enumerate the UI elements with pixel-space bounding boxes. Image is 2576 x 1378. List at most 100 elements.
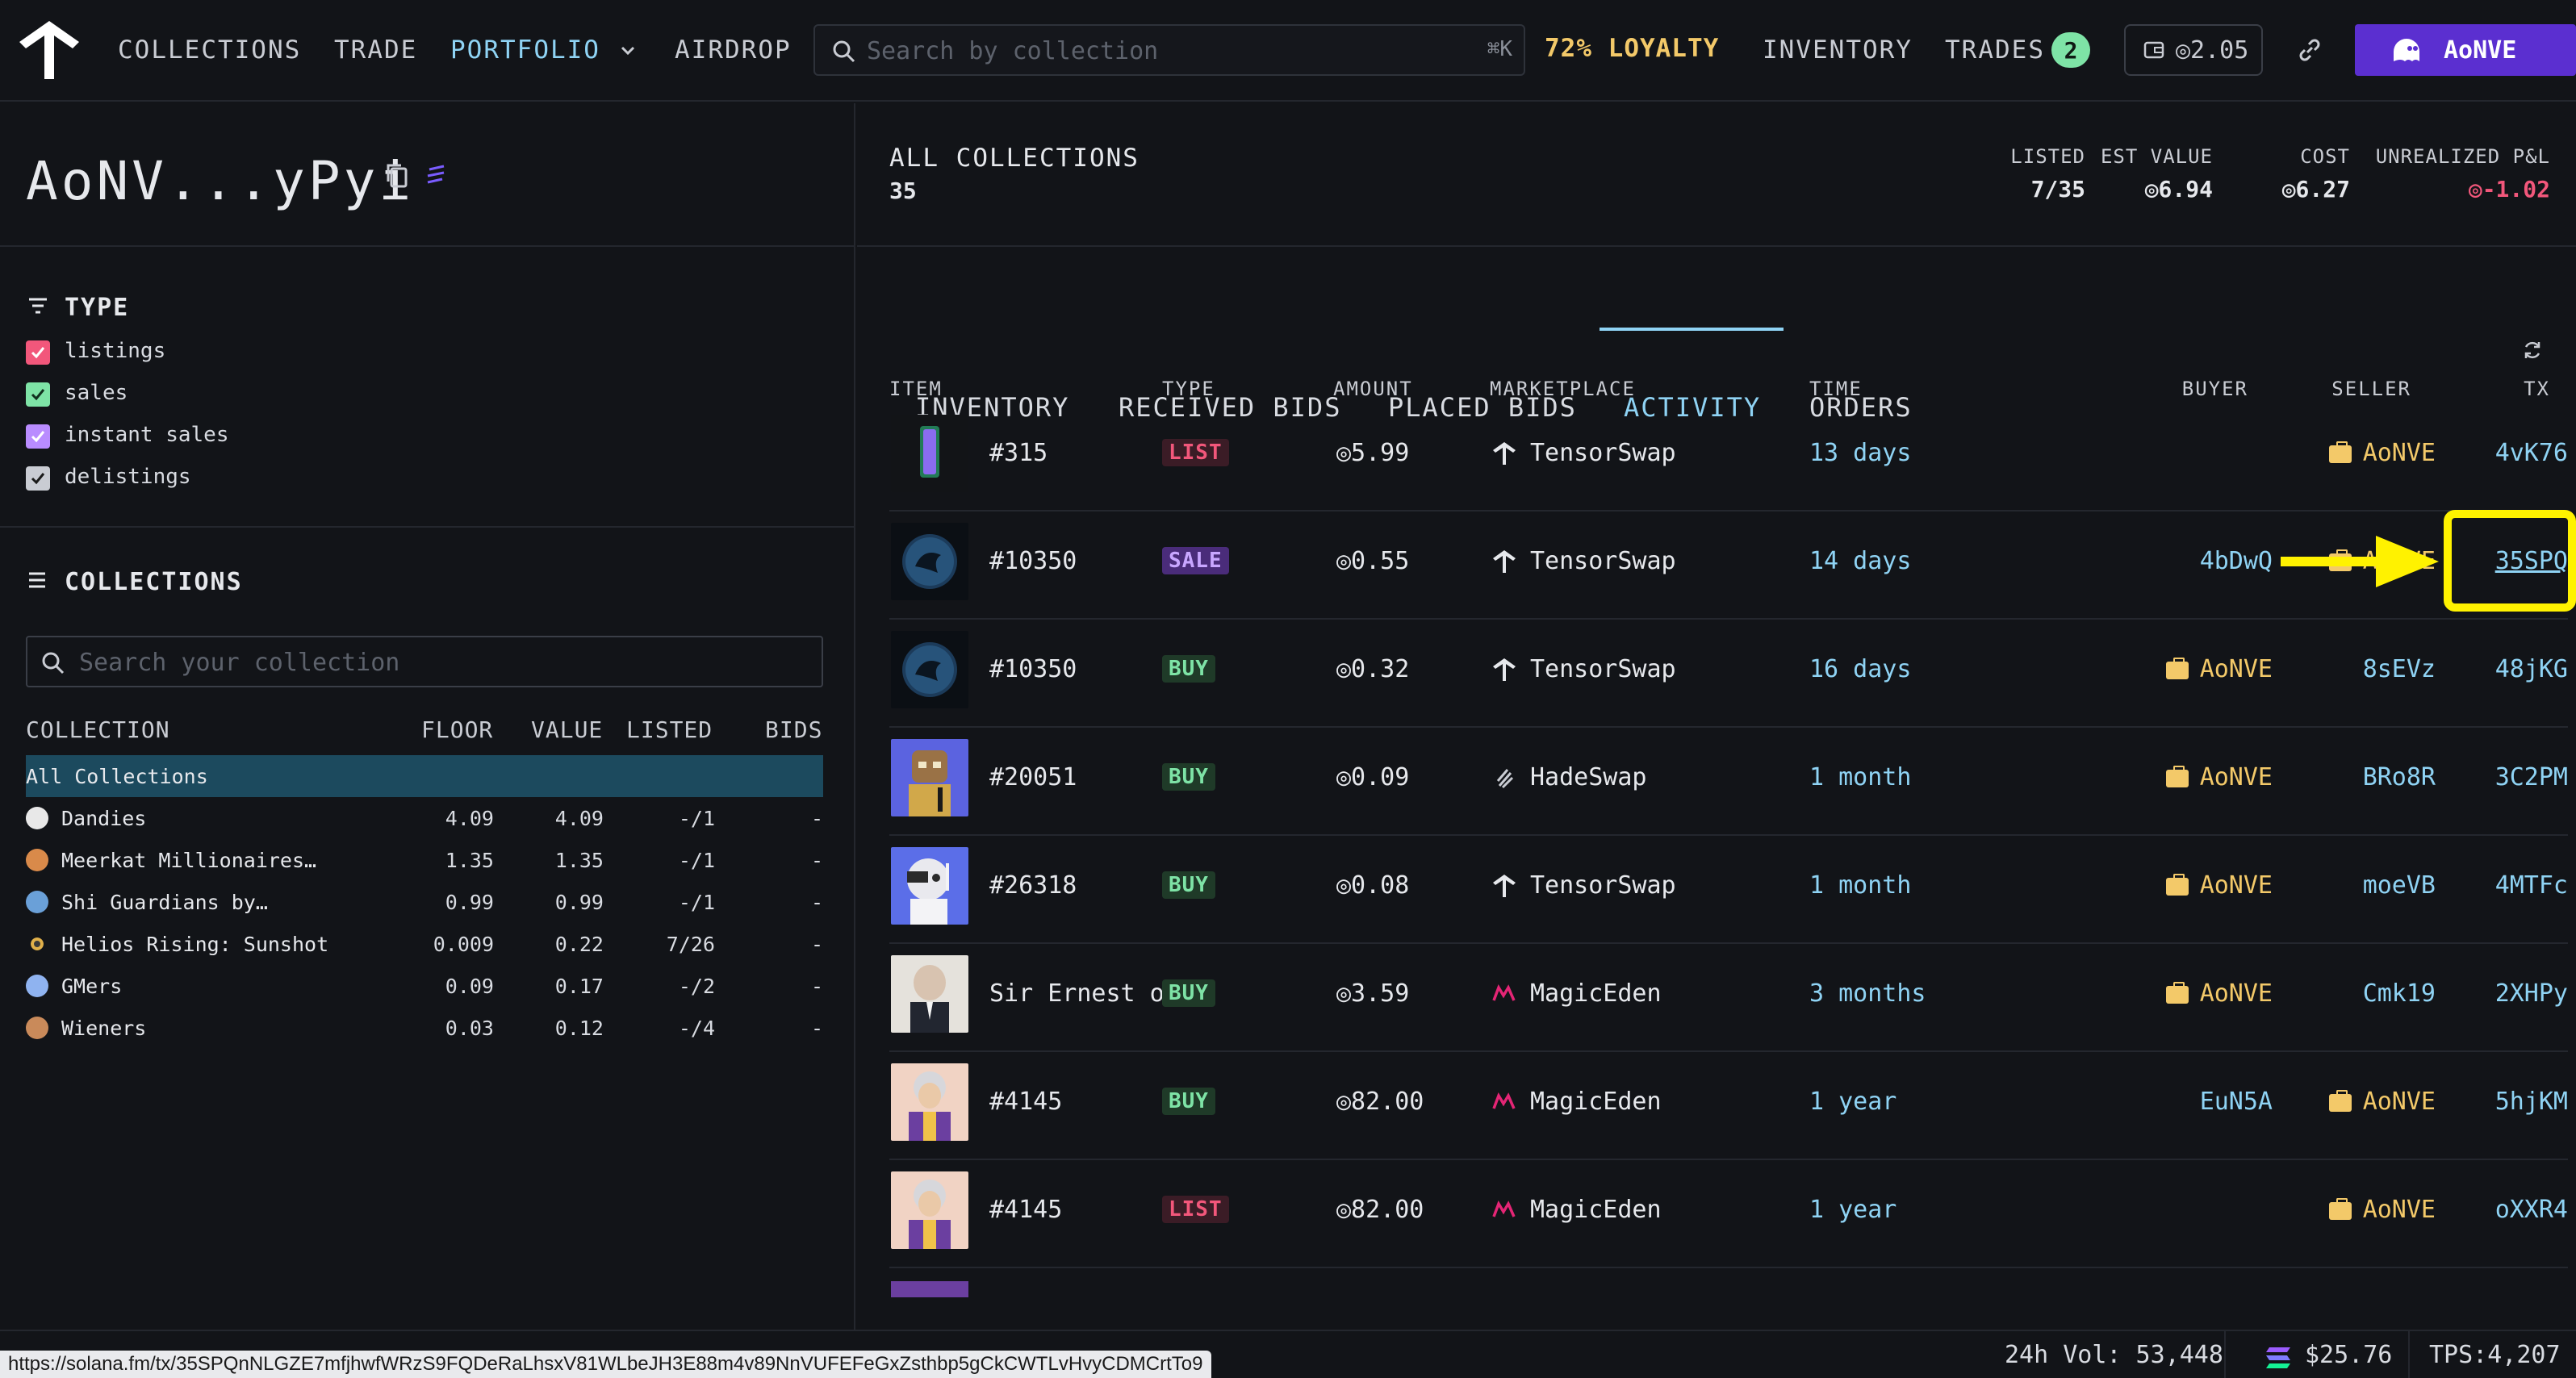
nav-trade[interactable]: TRADE xyxy=(334,34,417,66)
collection-row[interactable]: Meerkat Millionaires… 1.35 1.35 -/1 - xyxy=(26,839,823,881)
activity-row[interactable]: #4145 BUY ◎82.00 MagicEden 1 year EuN5A … xyxy=(889,1052,2568,1160)
tx-link[interactable]: 5hjKM xyxy=(2495,1088,2568,1116)
seller[interactable]: AoNVE xyxy=(2328,1088,2436,1116)
activity-row[interactable]: #315 LIST ◎5.99 TensorSwap 13 days AoNVE… xyxy=(889,403,2568,512)
checkbox[interactable] xyxy=(26,340,50,365)
nft-thumbnail[interactable] xyxy=(891,955,968,1033)
col-header-collection[interactable]: COLLECTION xyxy=(26,716,170,743)
nft-thumbnail[interactable] xyxy=(891,1063,968,1141)
col-header-value[interactable]: VALUE xyxy=(531,716,603,743)
item-name[interactable]: #26318 xyxy=(989,871,1167,900)
col-header-bids[interactable]: BIDS xyxy=(765,716,822,743)
nav-collections[interactable]: COLLECTIONS xyxy=(118,34,301,66)
stat-listed-label: LISTED xyxy=(2010,145,2085,168)
nft-thumbnail[interactable] xyxy=(891,847,968,925)
seller[interactable]: AoNVE xyxy=(2328,439,2436,467)
nav-trades[interactable]: TRADES xyxy=(1945,34,2045,66)
seller[interactable]: BRo8R xyxy=(2363,763,2436,791)
nav-inventory[interactable]: INVENTORY xyxy=(1763,34,1913,66)
buyer[interactable]: EuN5A xyxy=(2200,1088,2273,1116)
collection-floor: 0.99 xyxy=(445,891,494,914)
col-header-listed[interactable]: LISTED xyxy=(626,716,713,743)
seller[interactable]: 8sEVz xyxy=(2363,655,2436,683)
collection-listed: -/1 xyxy=(678,807,715,830)
th-amount[interactable]: AMOUNT xyxy=(1333,378,1413,400)
link-icon[interactable] xyxy=(2294,34,2326,66)
collection-row-all[interactable]: All Collections xyxy=(26,755,823,797)
buyer[interactable]: AoNVE xyxy=(2165,655,2273,683)
item-name[interactable]: #20051 xyxy=(989,763,1167,791)
collection-row[interactable]: Dandies 4.09 4.09 -/1 - xyxy=(26,797,823,839)
nft-thumbnail[interactable] xyxy=(891,523,968,600)
tx-link[interactable]: 4MTFc xyxy=(2495,871,2568,900)
collection-filter-search[interactable] xyxy=(26,636,823,687)
checkbox[interactable] xyxy=(26,382,50,407)
amount: ◎5.99 xyxy=(1336,439,1410,467)
summary-count: 35 xyxy=(889,177,917,204)
collection-search[interactable]: ⌘K xyxy=(813,24,1525,76)
nav-airdrop[interactable]: AIRDROP xyxy=(675,34,792,66)
th-time[interactable]: TIME xyxy=(1809,378,1863,400)
nft-thumbnail[interactable] xyxy=(891,631,968,708)
th-marketplace: MARKETPLACE xyxy=(1490,378,1636,400)
col-header-floor[interactable]: FLOOR xyxy=(421,716,493,743)
nft-thumbnail-partial[interactable] xyxy=(891,1281,968,1297)
user-account-button[interactable]: AoNVE xyxy=(2355,24,2576,76)
buyer[interactable]: 4bDwQ xyxy=(2200,547,2273,575)
wallet-icon xyxy=(2143,41,2164,59)
briefcase-icon xyxy=(2328,1089,2352,1112)
type-badge: LIST xyxy=(1162,439,1229,466)
solana-explorer-icon[interactable] xyxy=(423,161,449,190)
tx-link[interactable]: 4vK76 xyxy=(2495,439,2568,467)
collection-row[interactable]: Shi Guardians by… 0.99 0.99 -/1 - xyxy=(26,881,823,923)
collection-row[interactable]: Helios Rising: Sunshot 0.009 0.22 7/26 - xyxy=(26,923,823,965)
item-name[interactable]: #10350 xyxy=(989,655,1167,683)
item-name[interactable]: #4145 xyxy=(989,1196,1167,1224)
checkbox[interactable] xyxy=(26,466,50,491)
nft-thumbnail[interactable] xyxy=(891,739,968,816)
collection-search-input[interactable] xyxy=(867,32,1464,69)
nft-thumbnail[interactable] xyxy=(891,1171,968,1249)
magiceden-icon xyxy=(1492,983,1516,1001)
item-name[interactable]: #10350 xyxy=(989,547,1167,575)
tps: TPS:4,207 xyxy=(2429,1341,2561,1369)
item-name[interactable]: #315 xyxy=(989,439,1167,467)
checkbox[interactable] xyxy=(26,424,50,449)
seller[interactable]: AoNVE xyxy=(2328,1196,2436,1224)
refresh-icon[interactable] xyxy=(2521,339,2544,361)
time: 13 days xyxy=(1809,439,1912,467)
buyer[interactable]: AoNVE xyxy=(2165,871,2273,900)
buyer[interactable]: AoNVE xyxy=(2165,979,2273,1008)
activity-row[interactable]: #20051 BUY ◎0.09 HadeSwap 1 month AoNVE … xyxy=(889,728,2568,836)
divider xyxy=(2224,1331,2226,1378)
annotation-highlight-box xyxy=(2444,510,2576,612)
activity-row[interactable]: Sir Ernest of BUY ◎3.59 MagicEden 3 mont… xyxy=(889,944,2568,1052)
time: 1 year xyxy=(1809,1196,1897,1224)
tx-link[interactable]: 2XHPy xyxy=(2495,979,2568,1008)
tx-link[interactable]: 48jKG xyxy=(2495,655,2568,683)
tensor-logo-icon[interactable] xyxy=(16,18,82,82)
seller[interactable]: moeVB xyxy=(2363,871,2436,900)
nft-thumbnail[interactable] xyxy=(891,415,968,492)
activity-row[interactable]: #4145 LIST ◎82.00 MagicEden 1 year AoNVE… xyxy=(889,1160,2568,1268)
nft-image xyxy=(891,415,968,492)
item-name[interactable]: Sir Ernest of xyxy=(989,979,1162,1008)
tx-link[interactable]: oXXR4 xyxy=(2495,1196,2568,1224)
nav-portfolio[interactable]: PORTFOLIO xyxy=(450,34,600,66)
loyalty-link[interactable]: 72% LOYALTY xyxy=(1545,34,1719,63)
divider xyxy=(0,526,855,528)
chevron-down-icon[interactable] xyxy=(618,40,638,60)
collection-row[interactable]: GMers 0.09 0.17 -/2 - xyxy=(26,965,823,1007)
buyer[interactable]: AoNVE xyxy=(2165,763,2273,791)
activity-row[interactable]: #10350 BUY ◎0.32 TensorSwap 16 days AoNV… xyxy=(889,620,2568,728)
collection-bids: - xyxy=(810,975,823,998)
activity-row[interactable]: #26318 BUY ◎0.08 TensorSwap 1 month AoNV… xyxy=(889,836,2568,944)
collection-filter-input[interactable] xyxy=(79,644,805,681)
copy-icon[interactable] xyxy=(384,161,410,190)
item-name[interactable]: #4145 xyxy=(989,1088,1167,1116)
tx-link[interactable]: 3C2PM xyxy=(2495,763,2568,791)
seller[interactable]: Cmk19 xyxy=(2363,979,2436,1008)
nft-image xyxy=(891,631,968,708)
collection-row[interactable]: Wieners 0.03 0.12 -/4 - xyxy=(26,1007,823,1049)
wallet-balance-button[interactable]: ◎2.05 xyxy=(2124,24,2263,76)
